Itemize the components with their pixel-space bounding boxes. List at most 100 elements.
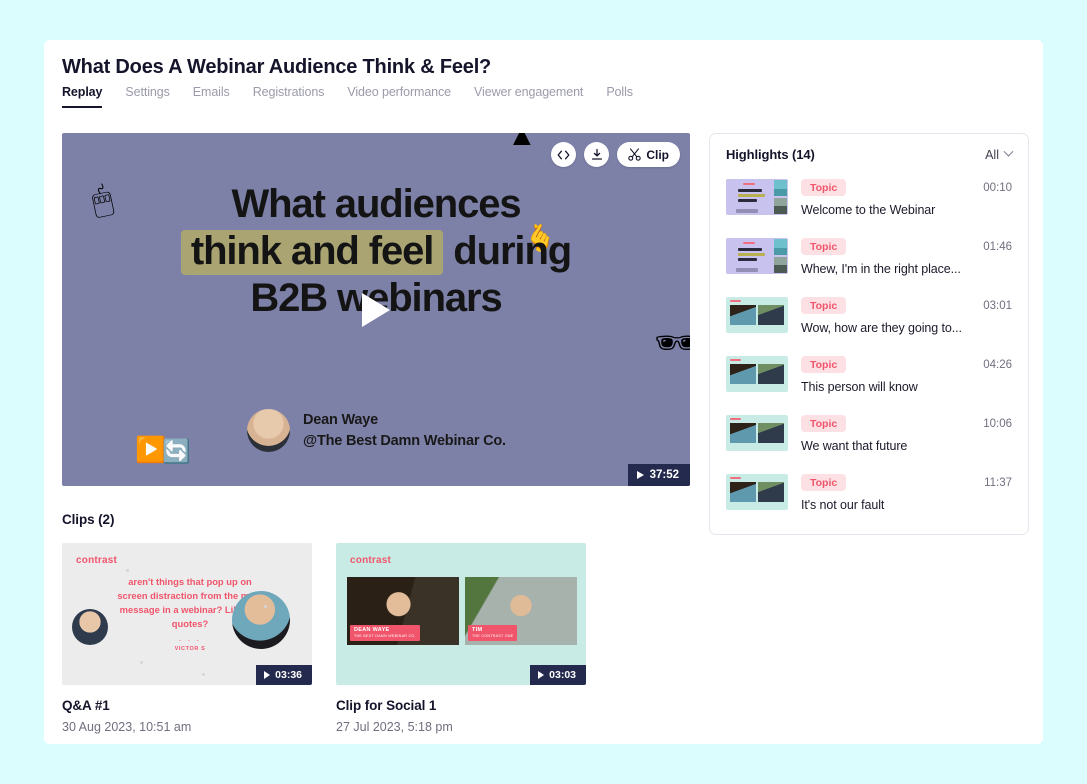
tab-settings[interactable]: Settings: [114, 85, 181, 108]
play-button[interactable]: [362, 292, 390, 327]
play-triangle-icon: [264, 671, 271, 679]
highlight-thumbnail: [726, 297, 788, 333]
highlight-item[interactable]: Topic 01:46 Whew, I'm in the right place…: [726, 227, 1012, 286]
clip-duration-text: 03:36: [275, 669, 302, 681]
tab-emails[interactable]: Emails: [182, 85, 242, 108]
clip-duration-text: 03:03: [549, 669, 576, 681]
highlight-label: This person will know: [801, 380, 918, 394]
highlight-timestamp: 04:26: [983, 358, 1012, 371]
slide-line-2-rest: during: [453, 229, 572, 274]
page-title: What Does A Webinar Audience Think & Fee…: [62, 56, 492, 78]
play-triangle-icon: [538, 671, 545, 679]
video-duration-text: 37:52: [649, 469, 679, 481]
speaker-subtitle: THE BEST DAMN WEBINAR CO.: [354, 634, 416, 639]
highlight-item[interactable]: Topic 10:06 We want that future: [726, 404, 1012, 463]
clip-avatar-right: [232, 591, 290, 649]
clip-duration-badge: 03:36: [256, 665, 312, 685]
video-player[interactable]: Clip ▲ 🖱 🫰 🕶 ▶️ 🔄 What audiences think a…: [62, 133, 690, 486]
video-duration-badge: 37:52: [627, 464, 690, 486]
clip-quote-attribution: VICTOR S: [174, 646, 206, 652]
highlight-thumbnail: [726, 238, 788, 274]
clip-name: Clip for Social 1: [336, 698, 437, 713]
tab-viewer-engagement[interactable]: Viewer engagement: [463, 85, 595, 108]
speaker-subtitle: THE CONTRAST ONE: [472, 634, 514, 639]
presenter-block: Dean Waye @The Best Damn Webinar Co.: [247, 409, 506, 452]
clip-duration-badge: 03:03: [530, 665, 586, 685]
clip-thumbnail[interactable]: contrast aren't things that pop up on sc…: [62, 543, 312, 685]
embed-code-button[interactable]: [551, 142, 577, 167]
speaker-name-tag: TIM THE CONTRAST ONE: [468, 624, 518, 641]
tab-replay[interactable]: Replay: [62, 85, 114, 108]
main-card: What Does A Webinar Audience Think & Fee…: [44, 40, 1043, 744]
clip-speaker-tile-left: DEAN WAYE THE BEST DAMN WEBINAR CO.: [347, 577, 459, 645]
chevron-down-icon: [1003, 146, 1014, 157]
download-button[interactable]: [584, 142, 610, 167]
speaker-name: TIM: [472, 626, 483, 633]
topic-badge: Topic: [801, 415, 847, 432]
topic-badge: Topic: [801, 179, 847, 196]
highlights-header: Highlights (14) All: [710, 134, 1028, 168]
highlight-item[interactable]: Topic 00:10 Welcome to the Webinar: [726, 168, 1012, 227]
clip-brand-label: contrast: [76, 555, 118, 566]
highlight-item[interactable]: Topic 03:01 Wow, how are they going to..…: [726, 286, 1012, 345]
highlight-label: Whew, I'm in the right place...: [801, 262, 961, 276]
highlight-timestamp: 03:01: [983, 299, 1012, 312]
presenter-name: Dean Waye: [303, 411, 379, 428]
highlight-thumbnail: [726, 179, 788, 215]
highlight-label: Welcome to the Webinar: [801, 203, 936, 217]
highlight-timestamp: 11:37: [984, 476, 1012, 489]
clip-name: Q&A #1: [62, 698, 110, 713]
clip-button[interactable]: Clip: [617, 142, 680, 167]
clips-title: Clips (2): [62, 512, 115, 527]
highlight-thumbnail: [726, 415, 788, 451]
clip-brand-label: contrast: [350, 555, 392, 566]
topic-badge: Topic: [801, 238, 847, 255]
topic-badge: Topic: [801, 356, 847, 373]
clip-card[interactable]: contrast DEAN WAYE THE BEST DAMN WEBINAR…: [336, 543, 586, 734]
highlights-title: Highlights (14): [726, 147, 815, 162]
clip-date: 30 Aug 2023, 10:51 am: [62, 720, 192, 734]
clip-speaker-tile-right: TIM THE CONTRAST ONE: [465, 577, 577, 645]
play-triangle-icon: [636, 471, 644, 479]
clip-button-label: Clip: [646, 147, 669, 162]
tab-video-performance[interactable]: Video performance: [336, 85, 463, 108]
download-icon: [591, 148, 602, 160]
speaker-name-tag: DEAN WAYE THE BEST DAMN WEBINAR CO.: [350, 624, 420, 641]
clip-thumbnail[interactable]: contrast DEAN WAYE THE BEST DAMN WEBINAR…: [336, 543, 586, 685]
clips-list: contrast aren't things that pop up on sc…: [62, 543, 586, 734]
topic-badge: Topic: [801, 297, 847, 314]
speaker-name: DEAN WAYE: [354, 626, 390, 633]
highlight-item[interactable]: Topic 04:26 This person will know: [726, 345, 1012, 404]
highlight-label: Wow, how are they going to...: [801, 321, 962, 335]
scissors-icon: [628, 148, 642, 161]
highlight-item[interactable]: Topic 11:37 It's not our fault: [726, 463, 1012, 522]
clip-card[interactable]: contrast aren't things that pop up on sc…: [62, 543, 312, 734]
tab-polls[interactable]: Polls: [595, 85, 645, 108]
triangle-decoration: ▲: [507, 133, 537, 152]
highlight-thumbnail: [726, 356, 788, 392]
replay-loop-icon: 🔄: [162, 438, 191, 464]
slide-highlight: think and feel: [180, 230, 444, 276]
highlight-thumbnail: [726, 474, 788, 510]
highlight-timestamp: 01:46: [983, 240, 1012, 253]
topic-badge: Topic: [801, 474, 847, 491]
highlight-timestamp: 00:10: [983, 181, 1012, 194]
tab-registrations[interactable]: Registrations: [242, 85, 337, 108]
highlight-label: It's not our fault: [801, 498, 885, 512]
tab-bar: Replay Settings Emails Registrations Vid…: [62, 85, 645, 108]
code-icon: [557, 150, 570, 159]
slide-line-1: What audiences: [231, 182, 521, 226]
presenter-handle: @The Best Damn Webinar Co.: [303, 432, 506, 449]
highlight-timestamp: 10:06: [983, 417, 1012, 430]
avatar: [247, 409, 290, 452]
highlights-list: Topic 00:10 Welcome to the Webinar Topic…: [710, 168, 1028, 522]
clip-date: 27 Jul 2023, 5:18 pm: [336, 720, 453, 734]
clip-avatar-left: [72, 609, 108, 645]
highlights-panel: Highlights (14) All Topic 00:10 Welcome …: [709, 133, 1029, 535]
player-toolbar: Clip: [551, 142, 680, 167]
highlights-filter-dropdown[interactable]: All: [985, 146, 1014, 162]
highlight-label: We want that future: [801, 439, 908, 453]
highlights-filter-label: All: [985, 147, 999, 162]
closed-caption-icon: 🕶: [654, 322, 690, 363]
slide-line-2: think and feel during: [62, 228, 690, 276]
